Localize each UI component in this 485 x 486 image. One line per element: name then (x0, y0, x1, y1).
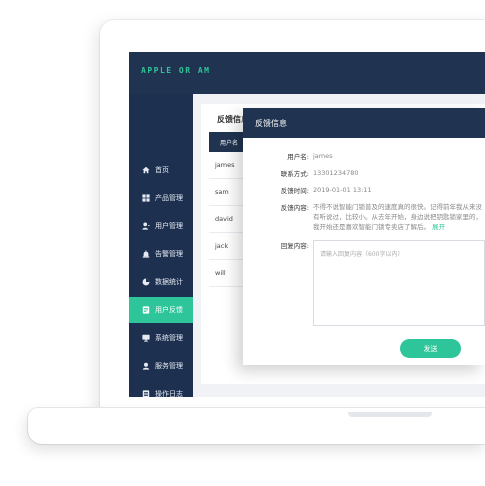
content-text: 不得不说智能门锁普及的速度真的很快。记得前年我从来没有听说过，比较小。从去年开始… (313, 203, 482, 231)
sidebar-item-statistics[interactable]: 数据统计 (129, 269, 193, 295)
reply-input[interactable] (314, 241, 484, 325)
service-icon (142, 362, 150, 370)
sidebar-item-label: 用户反馈 (155, 306, 183, 314)
sidebar-item-alarms[interactable]: 告警管理 (129, 241, 193, 267)
sidebar-item-label: 告警管理 (155, 250, 183, 258)
sidebar-item-system[interactable]: 系统管理 (129, 325, 193, 351)
phone-value: 13301234780 (313, 169, 359, 177)
username-value: james (313, 152, 333, 160)
reply-box (313, 240, 485, 326)
sidebar-item-label: 用户管理 (155, 222, 183, 230)
sidebar-item-label: 服务管理 (155, 362, 183, 370)
send-button[interactable]: 发送 (400, 339, 461, 358)
user-icon (142, 222, 150, 230)
sidebar-item-feedback[interactable]: 用户反馈 (129, 297, 193, 323)
sidebar-item-label: 系统管理 (155, 334, 183, 342)
chart-icon (142, 278, 150, 286)
monitor-icon (142, 334, 150, 342)
log-icon (142, 390, 150, 397)
alarm-icon (142, 250, 150, 258)
time-value: 2019-01-01 13:11 (313, 186, 372, 194)
sidebar-item-label: 首页 (155, 166, 169, 174)
sidebar-item-label: 数据统计 (155, 278, 183, 286)
sidebar-item-home[interactable]: 首页 (129, 157, 193, 183)
time-label: 反馈时间: (280, 187, 309, 195)
laptop-notch (348, 412, 432, 417)
content-label: 反馈内容: (280, 204, 309, 212)
sidebar-item-label: 产品管理 (155, 194, 183, 202)
home-icon (142, 166, 150, 174)
feedback-detail-modal: 反馈信息 用户名: james 联系方式: 13301234780 反馈时间: … (243, 108, 485, 365)
username-label: 用户名: (287, 153, 309, 161)
sidebar-item-label: 操作日志 (155, 390, 183, 397)
sidebar-item-services[interactable]: 服务管理 (129, 353, 193, 379)
modal-title: 反馈信息 (243, 108, 485, 138)
sidebar-item-users[interactable]: 用户管理 (129, 213, 193, 239)
sidebar-item-logs[interactable]: 操作日志 (129, 381, 193, 397)
phone-label: 联系方式: (280, 170, 309, 178)
content-value: 不得不说智能门锁普及的速度真的很快。记得前年我从来没有听说过，比较小。从去年开始… (313, 202, 485, 232)
expand-link[interactable]: 展开 (432, 223, 445, 231)
reply-label: 回复内容: (280, 242, 309, 250)
sidebar: 首页 产品管理 用户管理 告警管理 数据统计 用户反馈 系统管理 服务管理 操作… (129, 94, 193, 397)
grid-icon (142, 194, 150, 202)
feedback-icon (142, 306, 150, 314)
top-bar: APPLE OR AM (129, 52, 485, 94)
sidebar-item-products[interactable]: 产品管理 (129, 185, 193, 211)
app-logo: APPLE OR AM (141, 66, 211, 75)
